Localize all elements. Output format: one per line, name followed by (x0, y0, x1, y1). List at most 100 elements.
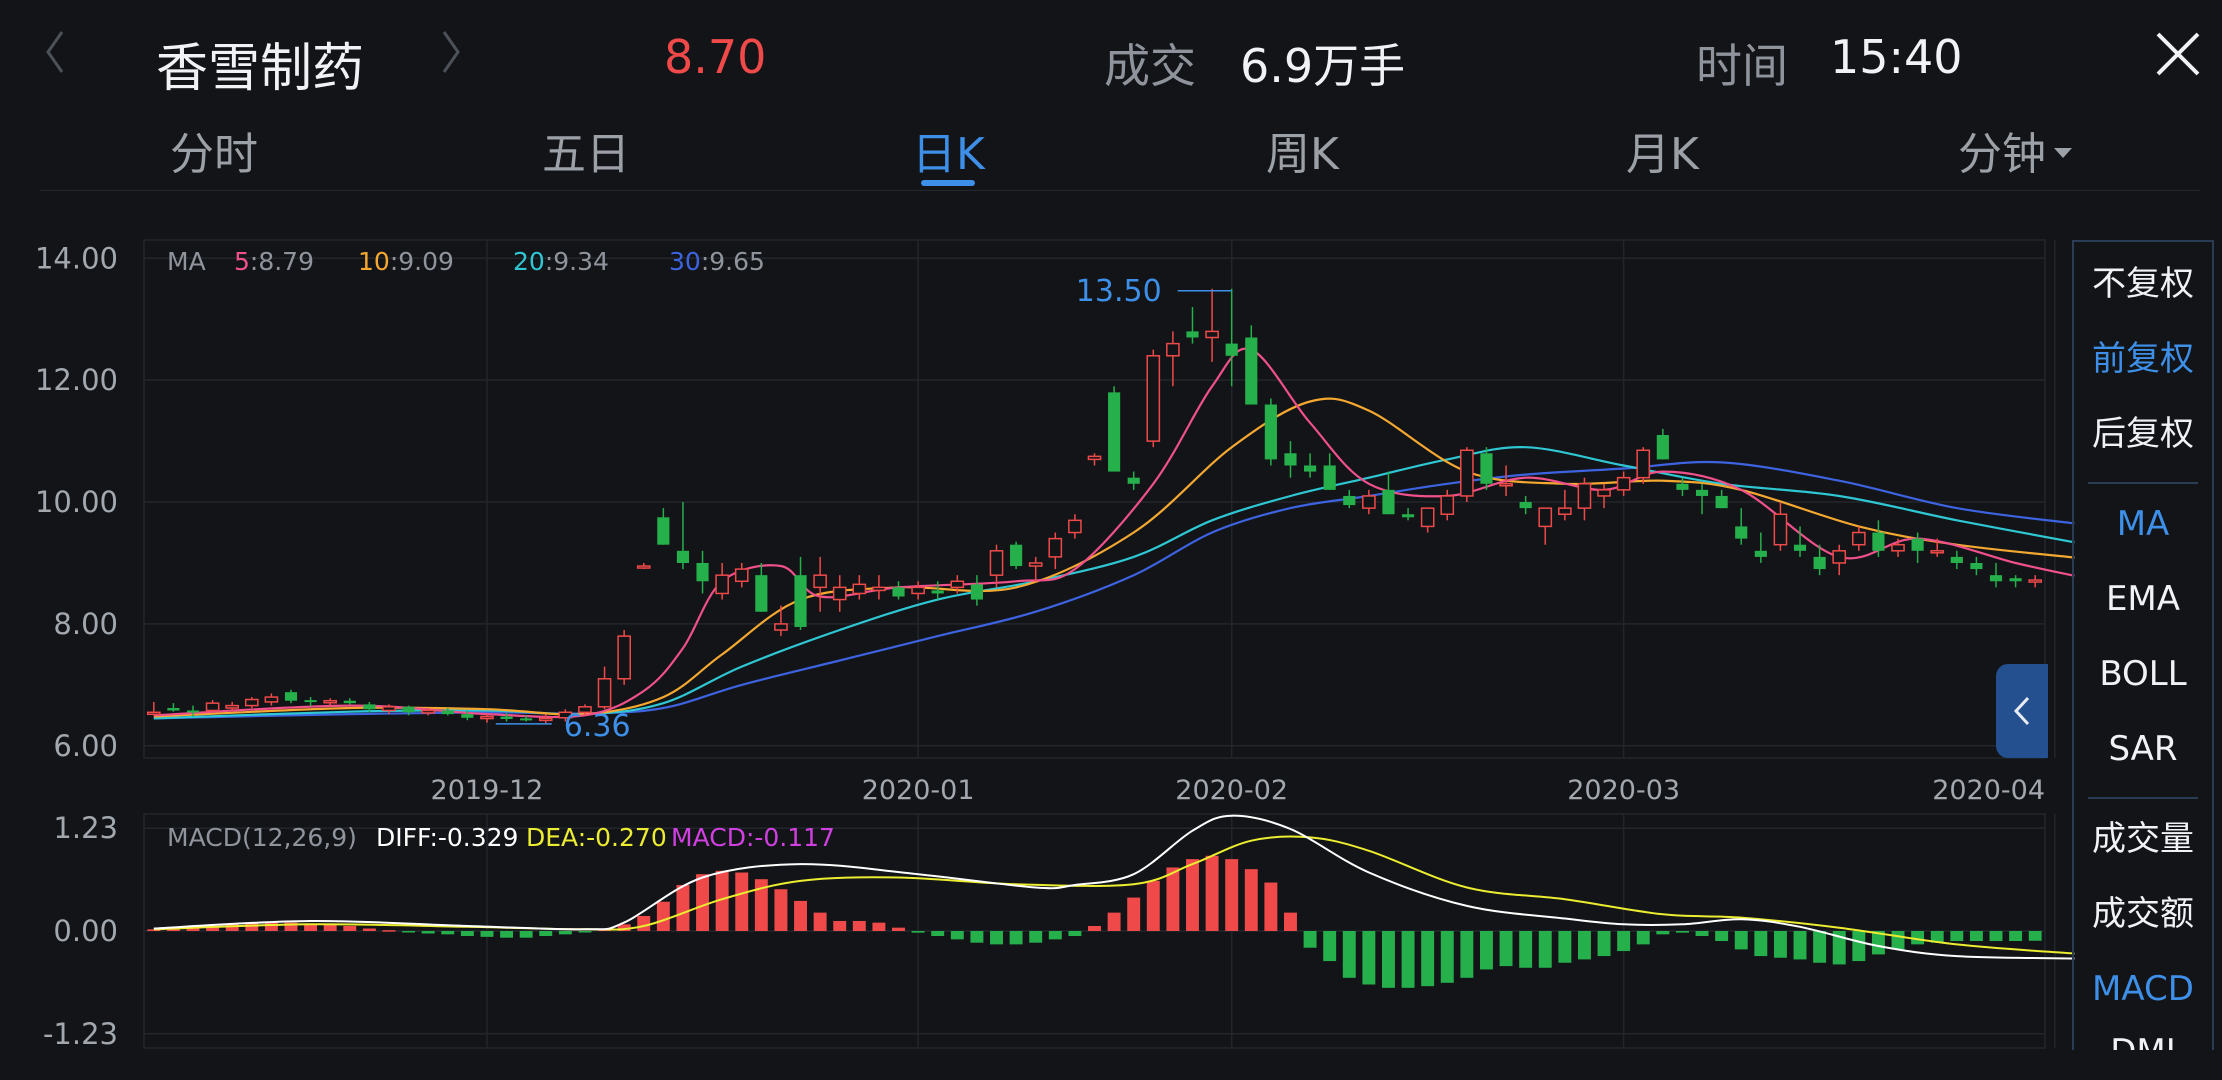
max-price-label: 13.50 (1076, 274, 1162, 309)
candle-body (2009, 578, 2022, 582)
candle-body (1499, 483, 1513, 487)
candle (284, 689, 298, 704)
candle-body (1891, 543, 1905, 552)
option-no-adjust[interactable]: 不复权 (2074, 252, 2212, 316)
candle (617, 630, 631, 685)
macd-histogram-bar (1362, 931, 1376, 985)
candle-body (1068, 519, 1082, 534)
candle-body (1930, 550, 1945, 554)
candle (1460, 447, 1474, 503)
macd-histogram-bar (950, 931, 964, 940)
indicator-turnover[interactable]: 成交额 (2074, 882, 2212, 946)
indicator-boll[interactable]: BOLL (2074, 642, 2212, 706)
min-price-label: 6.36 (564, 709, 631, 744)
ma30-line (153, 460, 2075, 720)
candle (1186, 307, 1199, 344)
candle (1323, 453, 1336, 490)
macd-legend-value: MACD:-0.117 (671, 823, 835, 852)
macd-histogram-bar (656, 901, 670, 931)
candle-body (1343, 495, 1356, 506)
option-forward-adjust[interactable]: 前复权 (2074, 327, 2212, 391)
candle (2028, 575, 2043, 588)
indicator-volume[interactable]: 成交量 (2074, 807, 2212, 871)
candle-body (1401, 514, 1415, 518)
candle (480, 714, 494, 723)
indicator-sar[interactable]: SAR (2074, 717, 2212, 781)
indicator-ma[interactable]: MA (2074, 492, 2212, 556)
macd-histogram-bar (774, 889, 788, 931)
candle-body (696, 562, 709, 582)
candle-body (1225, 343, 1238, 356)
ma10-key: 10 (358, 247, 390, 276)
candle-body (500, 716, 513, 719)
candle-body (1636, 449, 1651, 479)
candle-body (146, 711, 161, 716)
candle (1636, 447, 1651, 484)
ma30-key: 30 (669, 247, 701, 276)
candle (1519, 495, 1532, 515)
candle (1597, 483, 1611, 509)
indicator-macd[interactable]: MACD (2074, 957, 2212, 1021)
candle (1851, 526, 1866, 551)
candle (852, 575, 867, 600)
candle-body (1460, 449, 1474, 497)
candle-body (2028, 579, 2043, 583)
candle-body (1577, 483, 1592, 509)
macd-tick-label: 0.00 (53, 914, 118, 948)
kline-chart[interactable]: 14.0012.0010.008.006.002019-12 2020-01 202… (0, 0, 2222, 1080)
macd-tick-label: 1.23 (53, 811, 118, 845)
candle (1989, 562, 2003, 588)
candle-body (304, 700, 317, 703)
macd-histogram-bar (1146, 880, 1160, 931)
collapse-panel-button[interactable] (1996, 664, 2048, 758)
candle-body (538, 717, 553, 722)
candle-body (343, 700, 356, 704)
candle (1715, 489, 1728, 509)
price-tick-label: 6.00 (53, 729, 118, 763)
candle-body (657, 517, 670, 545)
option-backward-adjust[interactable]: 后复权 (2074, 402, 2212, 466)
date-tick-label: 2020-02 (1175, 775, 1288, 806)
macd-histogram-bar (892, 927, 905, 931)
candle-body (1656, 435, 1669, 460)
candle (1832, 544, 1847, 576)
candle-body (950, 580, 965, 589)
macd-histogram-bar (460, 931, 474, 937)
candle (1616, 471, 1631, 496)
candle (813, 556, 827, 612)
candle-body (225, 704, 240, 709)
candle (1656, 428, 1669, 460)
candle (989, 544, 1004, 588)
candle (1028, 556, 1043, 582)
macd-histogram-bar (872, 922, 886, 931)
macd-histogram-bar (1969, 931, 1983, 942)
candle (1538, 507, 1553, 545)
macd-histogram-bar (1538, 931, 1552, 968)
candle (1304, 453, 1317, 478)
candle (1205, 288, 1219, 362)
macd-histogram-bar (323, 924, 337, 931)
candle-body (402, 706, 415, 713)
candle (1420, 507, 1435, 533)
candle-body (1950, 556, 1963, 563)
diff-legend: DIFF:-0.329 (376, 823, 518, 852)
macd-histogram-bar (1460, 931, 1474, 978)
candle-body (1382, 489, 1395, 515)
candle (1048, 532, 1063, 570)
macd-histogram-bar (558, 931, 572, 935)
indicator-dmi[interactable]: DMI (2074, 1020, 2212, 1050)
macd-histogram-bar (637, 915, 651, 931)
candle (892, 581, 905, 600)
indicator-ema[interactable]: EMA (2074, 567, 2212, 631)
candle-body (264, 696, 279, 703)
candle-body (461, 714, 474, 718)
candle-body (1284, 453, 1297, 466)
divider (2088, 797, 2198, 799)
candle-body (892, 587, 905, 597)
ma10-legend: 10:9.09 (358, 247, 454, 276)
candle-body (1773, 513, 1788, 546)
candle-body (1108, 392, 1121, 472)
candle-body (1186, 331, 1199, 338)
macd-tick-label: -1.23 (43, 1017, 118, 1051)
divider (2088, 482, 2198, 484)
